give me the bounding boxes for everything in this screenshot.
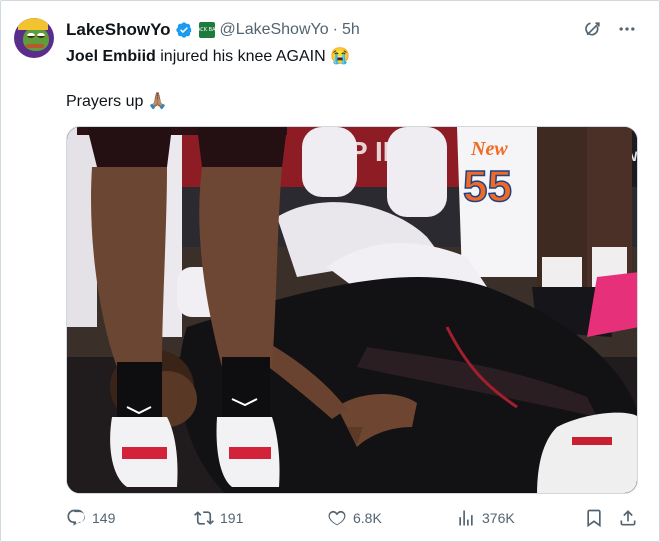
like-icon — [328, 510, 346, 526]
reply-count: 149 — [92, 510, 116, 526]
tweet-text-mention: Joel Embiid — [66, 48, 156, 65]
more-icon[interactable] — [616, 18, 638, 40]
tweet-text-line2: Prayers up 🙏🏽 — [66, 93, 168, 110]
tweet-text-rest: injured his knee AGAIN 😭 — [155, 48, 351, 65]
views-button[interactable]: 376K — [456, 508, 515, 528]
jersey-number: 55 — [463, 162, 512, 211]
views-icon — [459, 510, 473, 526]
grok-icon[interactable] — [582, 18, 604, 40]
tweet-actions: 149 191 6.8K 376K — [66, 508, 644, 532]
repost-button[interactable]: 191 — [194, 508, 243, 528]
timestamp[interactable]: 5h — [342, 21, 360, 39]
avatar[interactable] — [14, 18, 54, 58]
reply-button[interactable]: 149 — [66, 508, 115, 528]
bookmark-icon — [587, 509, 601, 528]
repost-icon — [194, 511, 214, 525]
jersey-word: New — [470, 138, 508, 160]
handle[interactable]: @LakeShowYo — [220, 21, 329, 39]
media-illustration: P IN ESPN 55 New — [67, 127, 637, 493]
separator-dot: · — [332, 21, 338, 38]
like-button[interactable]: 6.8K — [327, 508, 382, 528]
tweet-media-image[interactable]: P IN ESPN 55 New — [66, 126, 638, 494]
tweet-text: Joel Embiid injured his knee AGAIN 😭 — [66, 46, 626, 68]
avatar-eye — [27, 33, 35, 38]
display-name[interactable]: LakeShowYo — [66, 20, 171, 40]
tweet-header: LakeShowYo BLACK BAGS @LakeShowYo · 5h — [66, 19, 360, 41]
share-icon — [620, 510, 636, 526]
repost-count: 191 — [220, 510, 244, 526]
affiliate-badge[interactable]: BLACK BAGS — [191, 22, 222, 38]
views-count: 376K — [482, 510, 515, 526]
bookmark-button[interactable] — [584, 508, 604, 528]
avatar-mouth — [26, 44, 44, 48]
share-button[interactable] — [618, 508, 638, 528]
tweet-top-actions — [582, 18, 638, 40]
avatar-eye — [37, 33, 45, 38]
reply-icon — [67, 509, 85, 526]
like-count: 6.8K — [353, 510, 382, 526]
avatar-cap — [18, 18, 48, 30]
